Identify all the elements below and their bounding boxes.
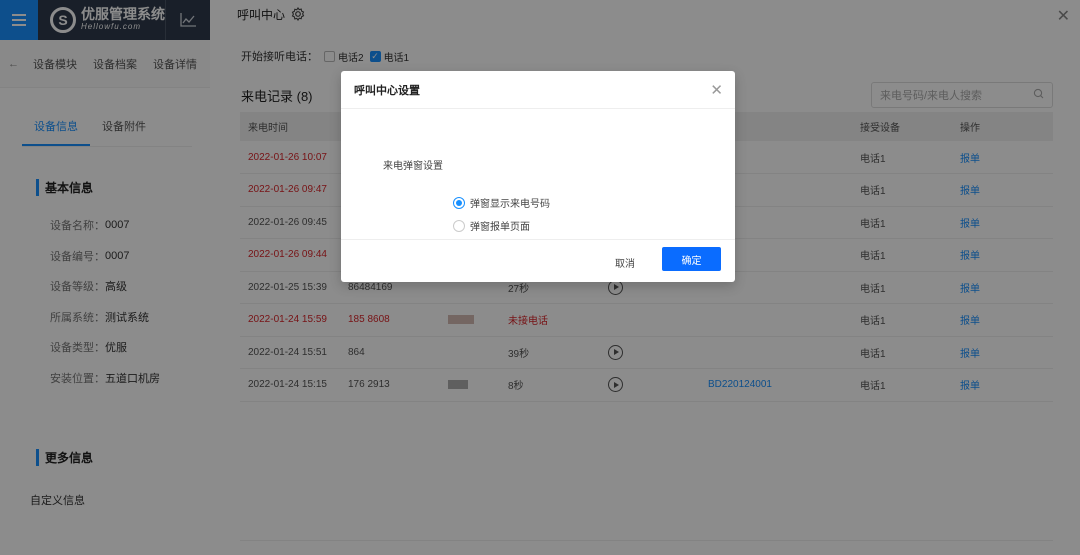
call-center-settings-modal: 呼叫中心设置 ✕ 来电弹窗设置 弹窗显示来电号码 弹窗报单页面 取消 确定 (341, 71, 735, 282)
modal-title: 呼叫中心设置 (341, 71, 735, 109)
popup-setting-label: 来电弹窗设置 (383, 161, 443, 172)
radio-selected-icon[interactable] (453, 196, 465, 209)
cancel-button[interactable]: 取消 (605, 251, 645, 274)
radio-label: 弹窗报单页面 (470, 222, 530, 233)
radio-unselected-icon[interactable] (453, 219, 465, 232)
radio-report-page[interactable]: 弹窗报单页面 (453, 218, 530, 233)
confirm-button[interactable]: 确定 (662, 247, 721, 271)
radio-label: 弹窗显示来电号码 (470, 199, 550, 210)
close-icon[interactable]: ✕ (710, 81, 723, 99)
radio-show-number[interactable]: 弹窗显示来电号码 (453, 195, 550, 210)
